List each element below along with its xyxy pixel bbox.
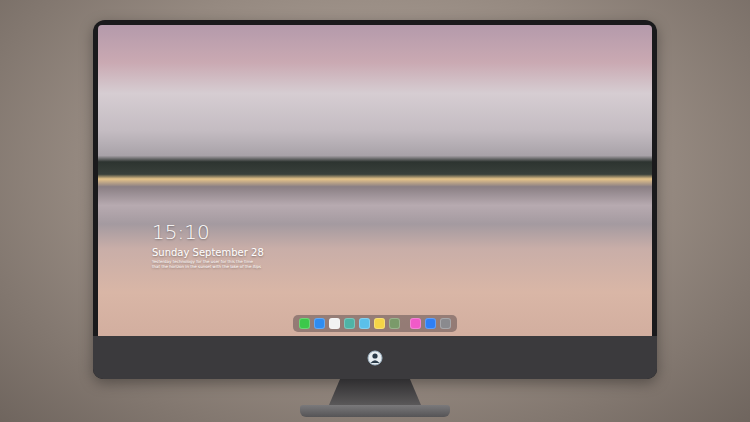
app-icon[interactable] bbox=[410, 318, 421, 329]
time: 15:10 bbox=[152, 220, 652, 244]
lock-screen: 15:10 Sunday September 28Yesterday techno… bbox=[98, 25, 652, 336]
monitor: 15:10 Sunday September 28Yesterday techno… bbox=[93, 20, 657, 379]
app-icon[interactable] bbox=[344, 318, 355, 329]
app-icon[interactable] bbox=[425, 318, 436, 329]
app-icon[interactable] bbox=[329, 318, 340, 329]
clock: 15:10 Sunday September 28Yesterday techno… bbox=[98, 220, 652, 269]
monitor-stand-neck bbox=[329, 379, 421, 405]
dock-group bbox=[410, 318, 451, 329]
wallpaper bbox=[98, 25, 652, 220]
app-icon[interactable] bbox=[359, 318, 370, 329]
desktop-background: 15:10 Sunday September 28Yesterday techno… bbox=[0, 0, 750, 422]
app-icon[interactable] bbox=[374, 318, 385, 329]
dock-group bbox=[299, 318, 400, 329]
app-icon[interactable] bbox=[389, 318, 400, 329]
logo-icon bbox=[367, 350, 383, 366]
note-line: that the horizon in the sunset with the … bbox=[152, 264, 652, 269]
app-icon[interactable] bbox=[440, 318, 451, 329]
app-icon[interactable] bbox=[299, 318, 310, 329]
dock bbox=[293, 315, 457, 332]
app-icon[interactable] bbox=[314, 318, 325, 329]
monitor-stand-base bbox=[300, 405, 450, 417]
date: Sunday September 28 bbox=[152, 246, 652, 259]
note-line: Yesterday technology for the user for th… bbox=[152, 259, 652, 264]
dock-row bbox=[98, 315, 652, 332]
monitor-chin bbox=[93, 336, 657, 379]
